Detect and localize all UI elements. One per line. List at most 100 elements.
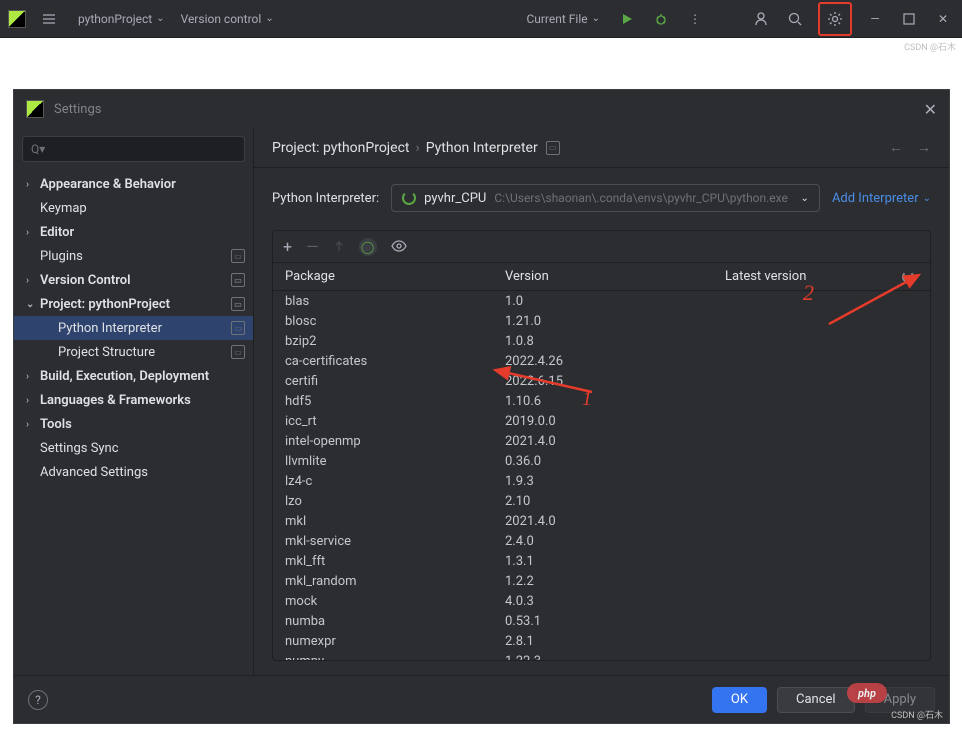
sidebar-item-python-interpreter[interactable]: Python Interpreter▭ (14, 316, 253, 340)
table-row[interactable]: mkl-service2.4.0 (273, 531, 930, 551)
table-row[interactable]: numpy1.22.3 (273, 651, 930, 660)
package-version: 2022.6.15 (505, 374, 725, 389)
table-row[interactable]: certifi2022.6.15 (273, 371, 930, 391)
vcs-selector[interactable]: Version control ⌄ (177, 10, 278, 28)
package-name: ca-certificates (285, 354, 505, 369)
sidebar-item-languages[interactable]: ›Languages & Frameworks (14, 388, 253, 412)
run-config-label: Current File (526, 12, 587, 26)
package-version: 2.8.1 (505, 634, 725, 649)
close-icon[interactable]: ✕ (932, 8, 954, 30)
interpreter-dropdown[interactable]: pyvhr_CPU C:\Users\shaonan\.conda\envs\p… (391, 184, 820, 212)
scope-badge-icon: ▭ (546, 141, 560, 155)
table-row[interactable]: numexpr2.8.1 (273, 631, 930, 651)
chevron-down-icon: ⌄ (265, 13, 273, 24)
cancel-button[interactable]: Cancel (777, 687, 855, 713)
nav-forward-button[interactable]: → (917, 139, 931, 156)
hamburger-icon[interactable] (38, 8, 60, 30)
package-version: 1.0.8 (505, 334, 725, 349)
sidebar-item-settings-sync[interactable]: Settings Sync (14, 436, 253, 460)
table-row[interactable]: icc_rt2019.0.0 (273, 411, 930, 431)
run-button[interactable] (616, 8, 638, 30)
sidebar-item-vcs[interactable]: ›Version Control▭ (14, 268, 253, 292)
settings-gear-button[interactable] (824, 8, 846, 30)
nav-back-button[interactable]: ← (889, 139, 903, 156)
sidebar-item-tools[interactable]: ›Tools (14, 412, 253, 436)
main-toolbar: pythonProject ⌄ Version control ⌄ Curren… (0, 0, 962, 38)
maximize-icon[interactable] (898, 8, 920, 30)
sidebar-item-editor[interactable]: ›Editor (14, 220, 253, 244)
package-version: 1.10.6 (505, 394, 725, 409)
sidebar-item-project[interactable]: ⌄Project: pythonProject▭ (14, 292, 253, 316)
package-name: mock (285, 594, 505, 609)
add-package-button[interactable]: + (283, 237, 292, 256)
settings-dialog: Settings ✕ Q▾ ›Appearance & Behavior Key… (13, 89, 950, 724)
package-version: 2022.4.26 (505, 354, 725, 369)
settings-search[interactable]: Q▾ (22, 136, 245, 162)
minimize-icon[interactable]: — (864, 8, 886, 30)
package-name: blosc (285, 314, 505, 329)
table-row[interactable]: intel-openmp2021.4.0 (273, 431, 930, 451)
php-watermark: php (847, 683, 887, 703)
package-version: 0.36.0 (505, 454, 725, 469)
chevron-down-icon: ⌄ (801, 193, 809, 204)
breadcrumb-sep: › (416, 140, 420, 156)
table-row[interactable]: mkl2021.4.0 (273, 511, 930, 531)
dialog-header: Settings ✕ (14, 90, 949, 128)
scope-badge-icon: ▭ (231, 345, 245, 359)
package-name: llvmlite (285, 454, 505, 469)
debug-button[interactable] (650, 8, 672, 30)
help-button[interactable]: ? (28, 690, 48, 710)
search-input[interactable] (49, 142, 236, 156)
search-icon[interactable] (784, 8, 806, 30)
table-row[interactable]: hdf51.10.6 (273, 391, 930, 411)
table-row[interactable]: bzip21.0.8 (273, 331, 930, 351)
table-row[interactable]: lzo2.10 (273, 491, 930, 511)
add-interpreter-button[interactable]: Add Interpreter ⌄ (832, 191, 931, 206)
sidebar-item-build[interactable]: ›Build, Execution, Deployment (14, 364, 253, 388)
table-row[interactable]: mock4.0.3 (273, 591, 930, 611)
table-row[interactable]: llvmlite0.36.0 (273, 451, 930, 471)
conda-toggle-button[interactable]: ◯ (359, 238, 377, 256)
package-name: numpy (285, 654, 505, 661)
package-version: 2021.4.0 (505, 514, 725, 529)
table-row[interactable]: blas1.0 (273, 291, 930, 311)
run-config-selector[interactable]: Current File ⌄ (522, 10, 604, 28)
dialog-title: Settings (54, 102, 101, 117)
upgrade-package-button[interactable] (333, 237, 345, 256)
table-row[interactable]: lz4-c1.9.3 (273, 471, 930, 491)
settings-highlight (818, 2, 852, 36)
package-version: 1.2.2 (505, 574, 725, 589)
table-row[interactable]: mkl_fft1.3.1 (273, 551, 930, 571)
ok-button[interactable]: OK (712, 687, 767, 713)
package-name: icc_rt (285, 414, 505, 429)
csdn-watermark: CSDN @石木 (891, 708, 943, 721)
table-row[interactable]: numba0.53.1 (273, 611, 930, 631)
sidebar-item-advanced[interactable]: Advanced Settings (14, 460, 253, 484)
dialog-footer: ? OK Cancel Apply (14, 675, 949, 723)
chevron-down-icon: ⌄ (592, 13, 600, 24)
table-row[interactable]: mkl_random1.2.2 (273, 571, 930, 591)
search-icon: Q▾ (31, 142, 45, 156)
project-selector[interactable]: pythonProject ⌄ (74, 10, 169, 28)
table-row[interactable]: blosc1.21.0 (273, 311, 930, 331)
show-early-releases-button[interactable] (391, 237, 407, 256)
sidebar-item-keymap[interactable]: Keymap (14, 196, 253, 220)
close-dialog-button[interactable]: ✕ (924, 100, 937, 119)
more-button[interactable]: ⋮ (684, 8, 706, 30)
settings-content: Project: pythonProject › Python Interpre… (254, 128, 949, 675)
scope-badge-icon: ▭ (231, 273, 245, 287)
remove-package-button[interactable]: — (306, 237, 319, 256)
sidebar-item-plugins[interactable]: Plugins▭ (14, 244, 253, 268)
pycharm-logo-icon (26, 100, 44, 118)
loading-spinner-icon (402, 191, 416, 205)
settings-sidebar: Q▾ ›Appearance & Behavior Keymap ›Editor… (14, 128, 254, 675)
package-name: lz4-c (285, 474, 505, 489)
package-version: 1.21.0 (505, 314, 725, 329)
sidebar-item-project-structure[interactable]: Project Structure▭ (14, 340, 253, 364)
sidebar-item-appearance[interactable]: ›Appearance & Behavior (14, 172, 253, 196)
chevron-down-icon: ⌄ (923, 193, 931, 204)
account-icon[interactable] (750, 8, 772, 30)
package-table: Package Version Latest version blas1.0bl… (273, 263, 930, 660)
table-row[interactable]: ca-certificates2022.4.26 (273, 351, 930, 371)
package-version: 4.0.3 (505, 594, 725, 609)
